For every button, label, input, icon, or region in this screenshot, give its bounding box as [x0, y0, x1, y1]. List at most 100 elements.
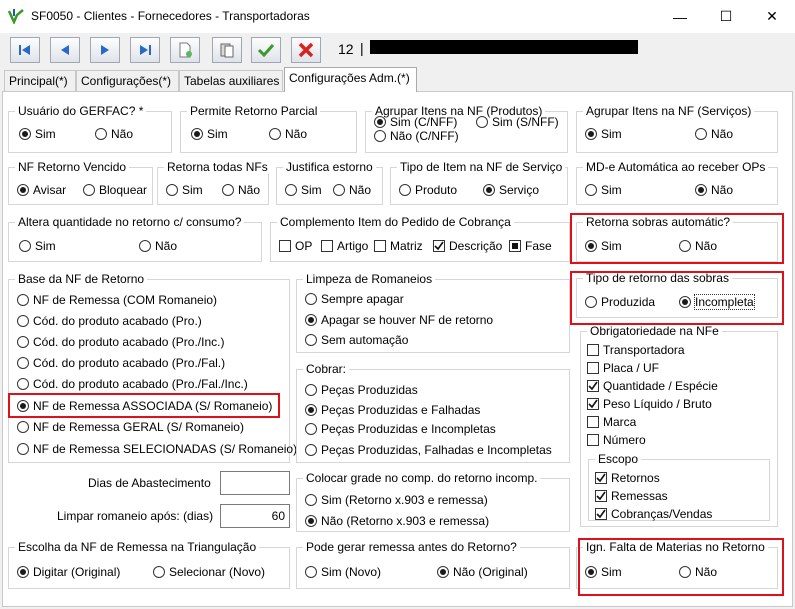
pode-gerar-remessa-option-nao-original[interactable]: Não (Original)	[437, 564, 528, 580]
radio-button-icon[interactable]	[305, 515, 317, 527]
nf-retorno-vencido-option-avisar[interactable]: Avisar	[17, 182, 66, 198]
escopo-option-cobrancas-vendas[interactable]: Cobranças/Vendas	[595, 506, 712, 522]
colocar-grade-option-sim-retorno-x-903-e-remessa[interactable]: Sim (Retorno x.903 e remessa)	[305, 492, 488, 508]
cobrar-option-pecas-produzidas-e-falhadas[interactable]: Peças Produzidas e Falhadas	[305, 402, 480, 418]
radio-button-icon[interactable]	[17, 421, 29, 433]
radio-button-icon[interactable]	[19, 240, 31, 252]
permite-retorno-option-sim[interactable]: Sim	[191, 126, 228, 142]
radio-button-icon[interactable]	[191, 128, 203, 140]
retorna-todas-option-sim[interactable]: Sim	[166, 182, 203, 198]
limpeza-romaneios-option-apagar-se-houver-nf-de-retorno[interactable]: Apagar se houver NF de retorno	[305, 312, 493, 328]
radio-button-icon[interactable]	[17, 294, 29, 306]
limpeza-romaneios-option-sempre-apagar[interactable]: Sempre apagar	[305, 291, 404, 307]
altera-quantidade-option-sim[interactable]: Sim	[19, 238, 56, 254]
new-record-button[interactable]	[170, 37, 200, 63]
radio-button-icon[interactable]	[166, 184, 178, 196]
usuario-gerfac-option-sim[interactable]: Sim	[19, 126, 56, 142]
tipo-item-nf-option-servico[interactable]: Serviço	[483, 182, 539, 198]
radio-button-icon[interactable]	[305, 404, 317, 416]
tab-configuracoes[interactable]: Configurações(*)	[76, 70, 179, 91]
escolha-nf-triangulacao-option-digitar-original[interactable]: Digitar (Original)	[17, 564, 120, 580]
colocar-grade-option-nao-retorno-x-903-e-remessa[interactable]: Não (Retorno x.903 e remessa)	[305, 513, 489, 529]
checkbox-icon[interactable]	[433, 240, 445, 252]
limpar-romaneio-input[interactable]: 60	[220, 504, 290, 528]
radio-button-icon[interactable]	[305, 384, 317, 396]
radio-button-icon[interactable]	[83, 184, 95, 196]
checkbox-icon[interactable]	[587, 416, 599, 428]
checkbox-icon[interactable]	[587, 362, 599, 374]
obrigatoriedade-option-peso-liquido-bruto[interactable]: Peso Líquido / Bruto	[587, 396, 712, 412]
cobrar-option-pecas-produzidas-e-incompletas[interactable]: Peças Produzidas e Incompletas	[305, 421, 496, 437]
checkbox-icon[interactable]	[587, 398, 599, 410]
radio-button-icon[interactable]	[333, 184, 345, 196]
cancel-button[interactable]	[291, 37, 321, 63]
base-nf-option-nf-de-remessa-com-romaneio[interactable]: NF de Remessa (COM Romaneio)	[17, 292, 217, 308]
obrigatoriedade-option-transportadora[interactable]: Transportadora	[587, 342, 685, 358]
radio-button-icon[interactable]	[305, 494, 317, 506]
obrigatoriedade-option-marca[interactable]: Marca	[587, 414, 636, 430]
radio-button-icon[interactable]	[222, 184, 234, 196]
agrupar-servicos-option-nao[interactable]: Não	[695, 126, 733, 142]
base-nf-option-cod-do-produto-acabado-pro[interactable]: Cód. do produto acabado (Pro.)	[17, 313, 202, 329]
escopo-option-remessas[interactable]: Remessas	[595, 488, 668, 504]
mde-automatica-option-sim[interactable]: Sim	[585, 182, 622, 198]
checkbox-icon[interactable]	[587, 380, 599, 392]
maximize-button[interactable]: ☐	[703, 0, 749, 33]
radio-button-icon[interactable]	[153, 566, 165, 578]
cobrar-option-pecas-produzidas[interactable]: Peças Produzidas	[305, 382, 418, 398]
radio-button-icon[interactable]	[305, 293, 317, 305]
tab-configuracoes-adm[interactable]: Configurações Adm.(*)	[284, 67, 417, 92]
pode-gerar-remessa-option-sim-novo[interactable]: Sim (Novo)	[305, 564, 381, 580]
tipo-item-nf-option-produto[interactable]: Produto	[399, 182, 457, 198]
complemento-item-option-descricao[interactable]: Descrição	[433, 238, 502, 254]
copy-record-button[interactable]	[212, 37, 242, 63]
radio-button-icon[interactable]	[285, 184, 297, 196]
tab-tabelas-auxiliares[interactable]: Tabelas auxiliares	[179, 70, 283, 91]
checkbox-icon[interactable]	[509, 240, 521, 252]
minimize-button[interactable]: —	[657, 0, 703, 33]
radio-button-icon[interactable]	[374, 130, 386, 142]
complemento-item-option-op[interactable]: OP	[279, 238, 312, 254]
base-nf-option-nf-de-remessa-geral-s-romaneio[interactable]: NF de Remessa GERAL (S/ Romaneio)	[17, 419, 244, 435]
radio-button-icon[interactable]	[585, 128, 597, 140]
obrigatoriedade-option-quantidade-especie[interactable]: Quantidade / Espécie	[587, 378, 718, 394]
previous-record-button[interactable]	[50, 37, 80, 63]
radio-button-icon[interactable]	[374, 116, 386, 128]
radio-button-icon[interactable]	[305, 423, 317, 435]
limpeza-romaneios-option-sem-automacao[interactable]: Sem automação	[305, 332, 408, 348]
radio-button-icon[interactable]	[695, 128, 707, 140]
radio-button-icon[interactable]	[17, 566, 29, 578]
cobrar-option-pecas-produzidas-falhadas-e-incompletas[interactable]: Peças Produzidas, Falhadas e Incompletas	[305, 442, 552, 458]
complemento-item-option-artigo[interactable]: Artigo	[321, 238, 368, 254]
checkbox-icon[interactable]	[279, 240, 291, 252]
permite-retorno-option-nao[interactable]: Não	[269, 126, 307, 142]
radio-button-icon[interactable]	[17, 357, 29, 369]
save-button[interactable]	[251, 37, 281, 63]
radio-button-icon[interactable]	[17, 315, 29, 327]
justifica-estorno-option-sim[interactable]: Sim	[285, 182, 322, 198]
obrigatoriedade-option-numero[interactable]: Número	[587, 432, 646, 448]
radio-button-icon[interactable]	[17, 443, 29, 455]
radio-button-icon[interactable]	[476, 116, 488, 128]
radio-button-icon[interactable]	[95, 128, 107, 140]
agrupar-produtos-option-nao-c-nff[interactable]: Não (C/NFF)	[374, 128, 459, 144]
radio-button-icon[interactable]	[483, 184, 495, 196]
radio-button-icon[interactable]	[17, 336, 29, 348]
radio-button-icon[interactable]	[269, 128, 281, 140]
radio-button-icon[interactable]	[305, 334, 317, 346]
next-record-button[interactable]	[90, 37, 120, 63]
checkbox-icon[interactable]	[321, 240, 333, 252]
escopo-option-retornos[interactable]: Retornos	[595, 470, 660, 486]
radio-button-icon[interactable]	[437, 566, 449, 578]
radio-button-icon[interactable]	[17, 184, 29, 196]
checkbox-icon[interactable]	[587, 434, 599, 446]
base-nf-option-cod-do-produto-acabado-pro-fal[interactable]: Cód. do produto acabado (Pro./Fal.)	[17, 355, 225, 371]
justifica-estorno-option-nao[interactable]: Não	[333, 182, 371, 198]
radio-button-icon[interactable]	[585, 184, 597, 196]
nf-retorno-vencido-option-bloquear[interactable]: Bloquear	[83, 182, 147, 198]
checkbox-icon[interactable]	[587, 344, 599, 356]
escolha-nf-triangulacao-option-selecionar-novo[interactable]: Selecionar (Novo)	[153, 564, 265, 580]
radio-button-icon[interactable]	[305, 314, 317, 326]
complemento-item-option-matriz[interactable]: Matriz	[374, 238, 423, 254]
last-record-button[interactable]	[130, 37, 160, 63]
